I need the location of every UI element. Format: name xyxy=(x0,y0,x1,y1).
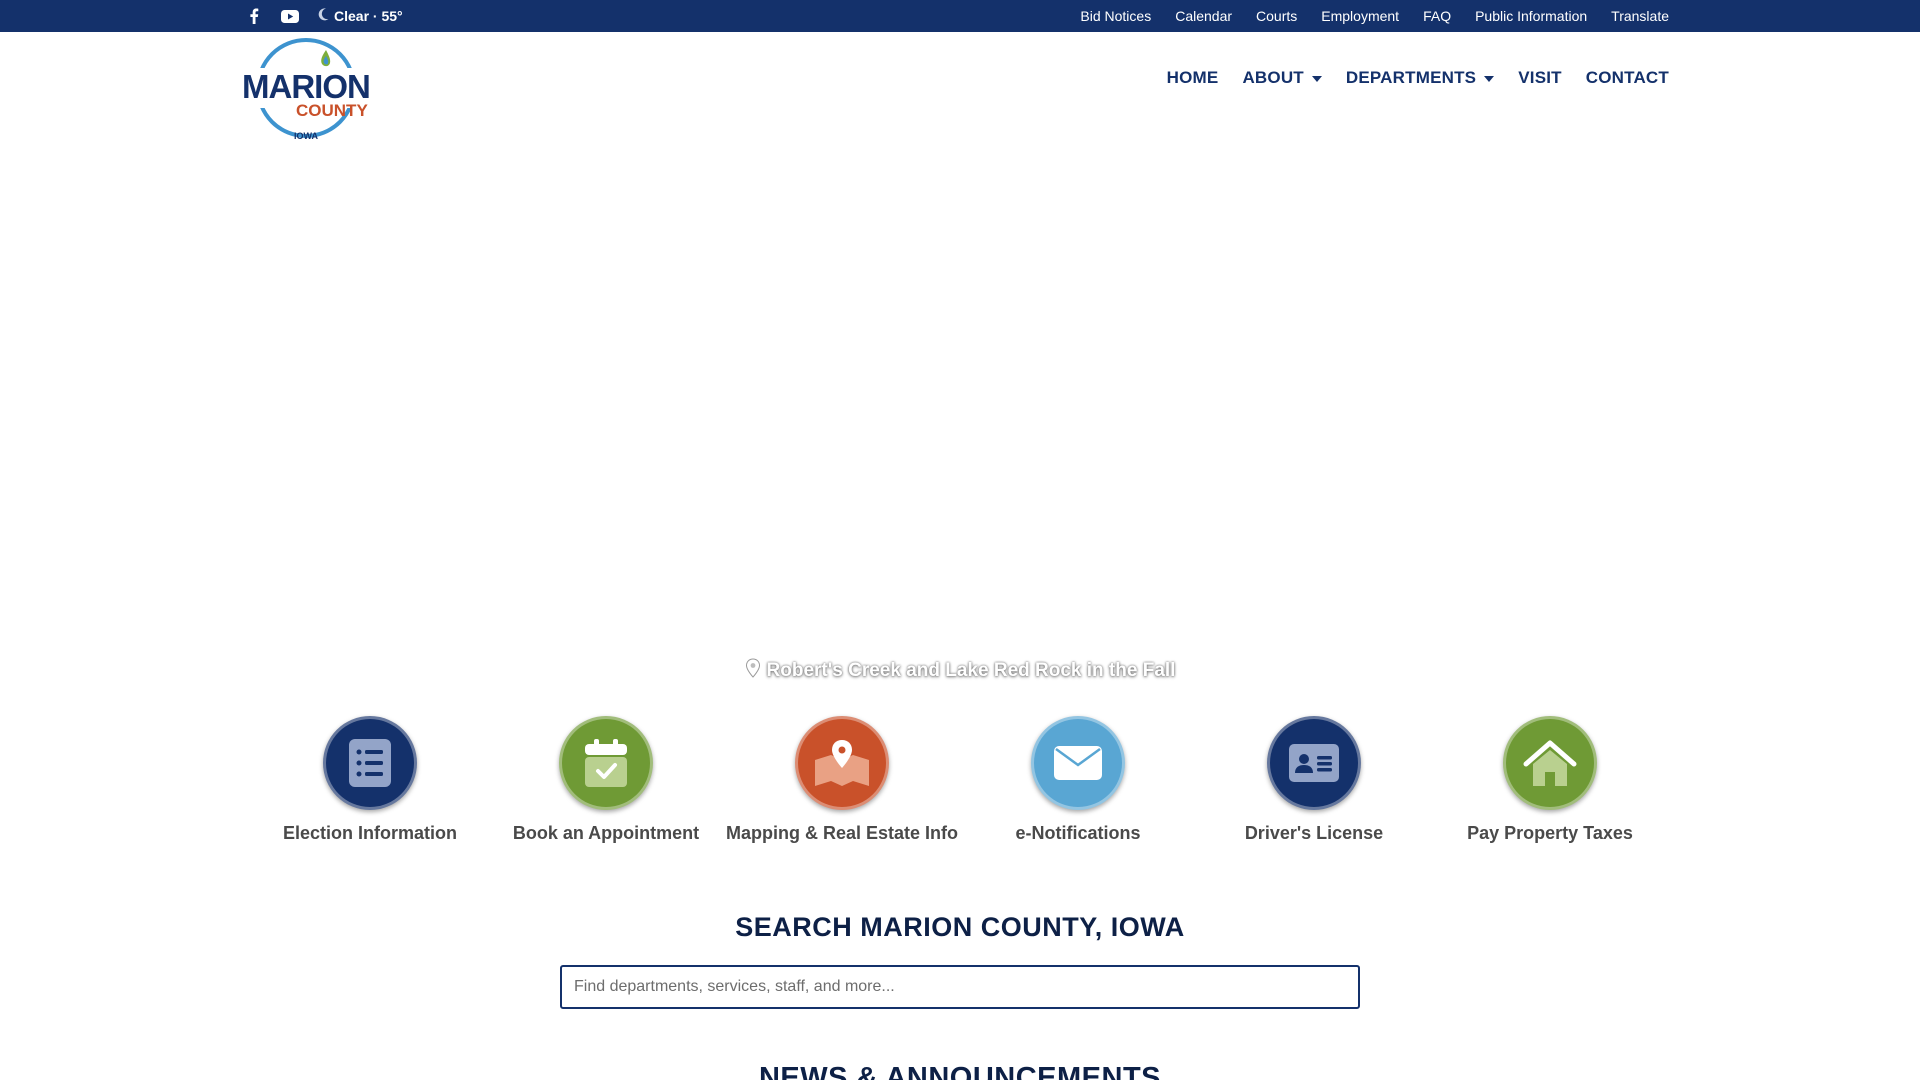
hero-banner xyxy=(0,144,1920,692)
weather-text: Clear · 55° xyxy=(334,8,403,24)
logo-text-county: COUNTY xyxy=(296,101,368,120)
map-marker-icon xyxy=(745,658,761,684)
quicklink-label: Driver's License xyxy=(1244,823,1384,843)
logo-text-iowa: IOWA xyxy=(294,131,318,141)
nav-departments-label: DEPARTMENTS xyxy=(1345,68,1477,87)
moon-icon xyxy=(318,8,329,24)
search-input[interactable] xyxy=(560,965,1360,1009)
caret-down-icon xyxy=(1311,75,1322,82)
envelope-icon xyxy=(1054,746,1102,780)
link-courts[interactable]: Courts xyxy=(1256,8,1297,24)
youtube-icon[interactable] xyxy=(280,6,300,26)
house-icon xyxy=(1523,740,1577,786)
quicklink-pay-property-taxes[interactable]: Pay Property Taxes xyxy=(1432,716,1668,844)
social-links: Clear · 55° xyxy=(244,0,403,32)
link-translate[interactable]: Translate xyxy=(1611,8,1669,24)
quicklink-label: Mapping & Real Estate Info xyxy=(725,823,959,843)
quicklink-circle xyxy=(559,716,653,810)
link-public-information[interactable]: Public Information xyxy=(1475,8,1587,24)
search-heading: SEARCH MARION COUNTY, IOWA xyxy=(735,912,1185,942)
nav-home[interactable]: HOME xyxy=(1167,68,1219,88)
utility-bar: Clear · 55° Bid Notices Calendar Courts … xyxy=(0,0,1920,32)
quicklink-label: e-Notifications xyxy=(1015,823,1141,843)
quicklink-circle xyxy=(1267,716,1361,810)
quicklink-circle xyxy=(1031,716,1125,810)
quicklink-election-information[interactable]: Election Information xyxy=(252,716,488,844)
map-pin-icon xyxy=(815,740,869,786)
link-employment[interactable]: Employment xyxy=(1321,8,1399,24)
facebook-icon[interactable] xyxy=(244,6,264,26)
hero-caption: Robert's Creek and Lake Red Rock in the … xyxy=(0,658,1920,684)
quicklink-label: Election Information xyxy=(282,823,457,843)
quick-links: Election Information Book an Appointment… xyxy=(252,716,1668,844)
quicklink-circle xyxy=(795,716,889,810)
utility-links: Bid Notices Calendar Courts Employment F… xyxy=(1080,0,1669,32)
quicklink-book-appointment[interactable]: Book an Appointment xyxy=(488,716,724,844)
logo-text-marion: MARION xyxy=(242,68,370,105)
link-bid-notices[interactable]: Bid Notices xyxy=(1080,8,1151,24)
nav-visit[interactable]: VISIT xyxy=(1518,68,1562,88)
nav-visit-label: VISIT xyxy=(1518,68,1562,87)
link-faq[interactable]: FAQ xyxy=(1423,8,1451,24)
quicklink-label: Book an Appointment xyxy=(512,823,700,843)
news-heading: NEWS & ANNOUNCEMENTS xyxy=(758,1062,1162,1080)
caret-down-icon xyxy=(1484,75,1495,82)
nav-contact-label: CONTACT xyxy=(1585,68,1669,87)
nav-about[interactable]: ABOUT xyxy=(1242,68,1322,88)
quicklink-label: Pay Property Taxes xyxy=(1467,823,1633,843)
quicklink-mapping-real-estate[interactable]: Mapping & Real Estate Info xyxy=(724,716,960,844)
site-header: MARION COUNTY IOWA HOME ABOUT DEPARTMENT… xyxy=(0,32,1920,144)
marion-county-logo[interactable]: MARION COUNTY IOWA xyxy=(242,36,372,142)
nav-home-label: HOME xyxy=(1166,68,1219,87)
quicklink-e-notifications[interactable]: e-Notifications xyxy=(960,716,1196,844)
hero-caption-text: Robert's Creek and Lake Red Rock in the … xyxy=(766,660,1176,681)
list-icon xyxy=(349,739,391,787)
main-nav: HOME ABOUT DEPARTMENTS VISIT CONTACT xyxy=(1167,68,1669,88)
nav-contact[interactable]: CONTACT xyxy=(1586,68,1669,88)
id-card-icon xyxy=(1289,744,1339,782)
calendar-check-icon xyxy=(585,739,627,787)
nav-about-label: ABOUT xyxy=(1242,68,1304,87)
weather-widget: Clear · 55° xyxy=(318,8,403,24)
quicklink-circle xyxy=(323,716,417,810)
nav-departments[interactable]: DEPARTMENTS xyxy=(1345,68,1495,88)
link-calendar[interactable]: Calendar xyxy=(1175,8,1232,24)
quicklink-circle xyxy=(1503,716,1597,810)
quicklink-drivers-license[interactable]: Driver's License xyxy=(1196,716,1432,844)
